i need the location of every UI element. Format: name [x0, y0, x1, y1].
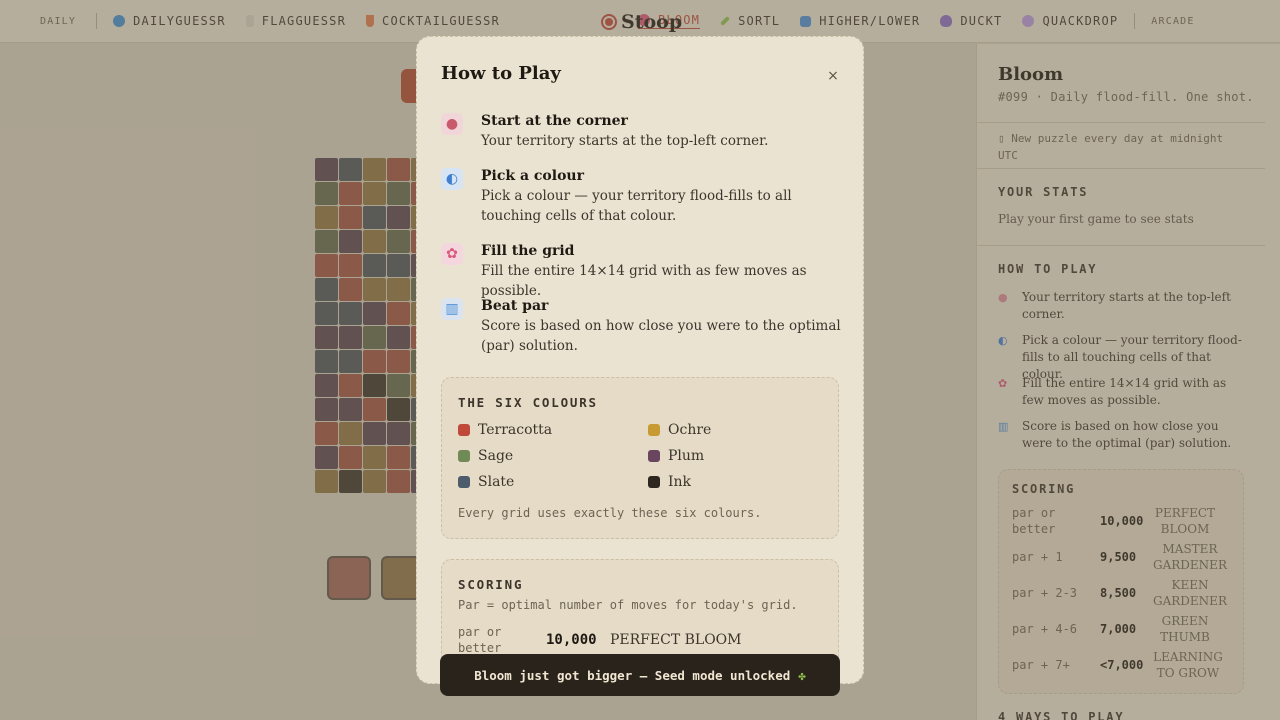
- colour-item: Terracotta: [458, 422, 552, 438]
- colour-swatch: [458, 450, 470, 462]
- colour-swatch: [648, 476, 660, 488]
- colour-swatch: [648, 450, 660, 462]
- colours-heading: THE SIX COLOURS: [458, 395, 598, 410]
- step-par: ▥ Beat par Score is based on how close yo…: [441, 296, 841, 356]
- colour-name: Terracotta: [478, 422, 553, 438]
- close-button[interactable]: ×: [825, 68, 841, 84]
- step-pick: ◐ Pick a colour Pick a colour — your terr…: [441, 166, 841, 226]
- wave-icon: ◐: [441, 168, 463, 190]
- colour-swatch: [458, 424, 470, 436]
- colour-item: Plum: [648, 448, 704, 464]
- step-fill: ✿ Fill the grid Fill the entire 14×14 gri…: [441, 241, 841, 301]
- scoring-value: 10,000: [546, 632, 597, 648]
- step-desc: Fill the entire 14×14 grid with as few m…: [481, 263, 807, 299]
- how-to-play-modal: How to Play × ● Start at the corner Your …: [416, 36, 864, 684]
- toast-notification: Bloom just got bigger — Seed mode unlock…: [440, 654, 840, 696]
- chart-icon: ▥: [441, 298, 463, 320]
- step-title: Fill the grid: [481, 243, 575, 259]
- close-icon: ×: [827, 68, 839, 84]
- colours-note: Every grid uses exactly these six colour…: [458, 506, 762, 520]
- colour-item: Ochre: [648, 422, 711, 438]
- step-start: ● Start at the corner Your territory star…: [441, 111, 841, 151]
- seedling-icon: ✤: [798, 667, 806, 683]
- step-desc: Score is based on how close you were to …: [481, 318, 841, 354]
- colour-name: Sage: [478, 448, 514, 464]
- scoring-row: par or better 10,000 PERFECT BLOOM: [458, 624, 742, 656]
- colour-name: Plum: [668, 448, 705, 464]
- step-desc: Pick a colour — your territory flood-fil…: [481, 188, 792, 224]
- colour-item: Slate: [458, 474, 514, 490]
- colour-swatch: [458, 476, 470, 488]
- step-title: Pick a colour: [481, 168, 584, 184]
- colours-box: THE SIX COLOURS Terracotta Ochre Sage Pl…: [441, 377, 839, 539]
- step-title: Beat par: [481, 298, 549, 314]
- colour-item: Sage: [458, 448, 513, 464]
- scoring-key: par or better: [458, 625, 502, 655]
- toast-text: Bloom just got bigger — Seed mode unlock…: [474, 667, 791, 683]
- colour-name: Ochre: [668, 422, 712, 438]
- palette-icon: ●: [441, 113, 463, 135]
- flower-icon: ✿: [441, 243, 463, 265]
- step-title: Start at the corner: [481, 113, 628, 129]
- colour-item: Ink: [648, 474, 691, 490]
- scoring-heading: SCORING: [458, 577, 524, 592]
- colour-name: Slate: [478, 474, 515, 490]
- modal-title: How to Play: [441, 63, 561, 84]
- scoring-subtitle: Par = optimal number of moves for today'…: [458, 598, 798, 612]
- colour-swatch: [648, 424, 660, 436]
- colour-name: Ink: [668, 474, 692, 490]
- scoring-label: PERFECT BLOOM: [610, 632, 742, 648]
- step-desc: Your territory starts at the top-left co…: [481, 133, 769, 149]
